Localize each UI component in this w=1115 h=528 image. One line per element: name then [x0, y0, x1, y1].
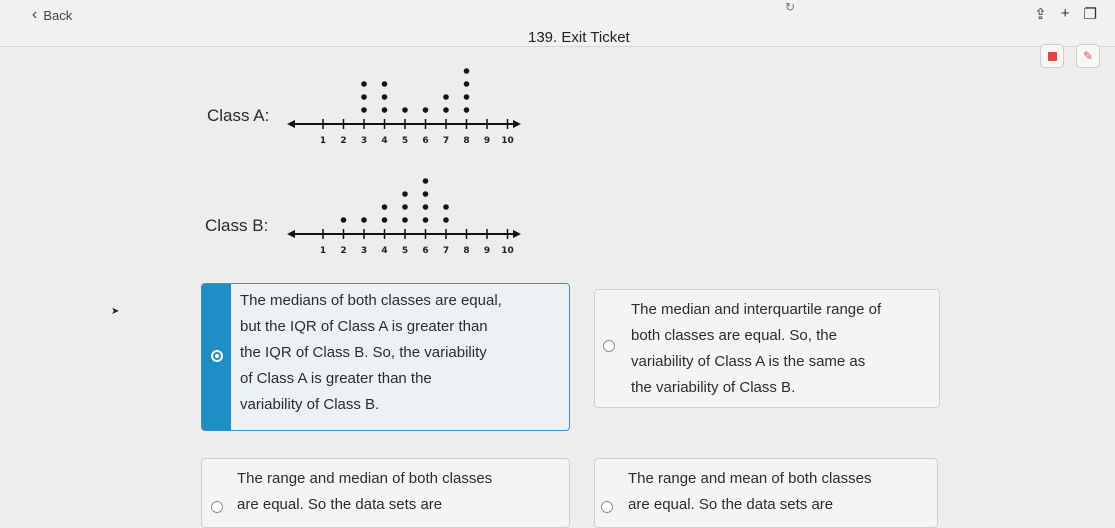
- axis-tick-label: 1: [320, 246, 326, 256]
- option-line: The medians of both classes are equal,: [240, 292, 502, 309]
- data-dot: [443, 94, 449, 100]
- data-dot: [422, 178, 429, 184]
- axis-tick-label: 4: [381, 246, 387, 256]
- axis-tick-label: 3: [361, 246, 367, 256]
- data-dot: [422, 107, 429, 113]
- axis-tick-label: 6: [422, 136, 428, 146]
- axis-tick-label: 9: [484, 246, 490, 256]
- answer-option-3[interactable]: The range and median of both classes are…: [201, 458, 570, 528]
- data-dot: [361, 81, 367, 87]
- back-label: Back: [43, 7, 73, 23]
- answer-option-2-text: The median and interquartile range of bo…: [631, 297, 881, 401]
- axis-left-arrow: [287, 230, 295, 238]
- radio-button-selected[interactable]: [211, 350, 223, 362]
- answer-option-1-text: The medians of both classes are equal, b…: [240, 288, 502, 418]
- data-dot: [463, 107, 470, 113]
- chevron-left-icon: ‹: [32, 6, 38, 23]
- data-dot: [381, 217, 388, 223]
- data-dot: [381, 81, 388, 87]
- data-dot: [443, 204, 449, 210]
- answer-option-4[interactable]: The range and mean of both classes are e…: [594, 458, 938, 528]
- share-icon[interactable]: ⇪: [1034, 5, 1047, 23]
- data-dot: [361, 94, 367, 100]
- option-line: the variability of Class B.: [631, 379, 796, 396]
- option-line: variability of Class B.: [240, 396, 380, 413]
- axis-tick-label: 1: [320, 136, 326, 146]
- option-line: are equal. So the data sets are: [237, 496, 443, 513]
- answer-option-3-text: The range and median of both classes are…: [237, 466, 492, 518]
- stop-button[interactable]: [1040, 44, 1064, 68]
- stop-icon: [1047, 51, 1057, 61]
- axis-tick-label: 6: [422, 246, 428, 256]
- plus-icon[interactable]: +: [1061, 5, 1070, 23]
- page-title: 139. Exit Ticket: [528, 29, 630, 46]
- radio-button[interactable]: [601, 501, 613, 513]
- axis-tick-label: 2: [340, 246, 346, 256]
- data-dot: [402, 107, 408, 113]
- axis-tick-label: 9: [484, 136, 490, 146]
- data-dot: [381, 94, 388, 100]
- data-dot: [361, 107, 367, 113]
- axis-tick-label: 3: [361, 136, 367, 146]
- data-dot: [402, 191, 408, 197]
- option-line: The range and median of both classes: [237, 470, 493, 487]
- axis-left-arrow: [287, 120, 295, 128]
- pen-icon: ✎: [1082, 49, 1094, 63]
- axis-tick-label: 5: [402, 136, 408, 146]
- axis-tick-label: 8: [463, 246, 469, 256]
- option-line: variability of Class A is the same as: [631, 353, 866, 370]
- tabs-icon[interactable]: ❐: [1084, 5, 1097, 23]
- option-line: both classes are equal. So, the: [631, 327, 837, 344]
- class-a-label: Class A:: [207, 106, 270, 125]
- axis-tick-label: 2: [340, 136, 346, 146]
- data-dot: [443, 107, 449, 113]
- data-dot: [463, 94, 470, 100]
- option-line: but the IQR of Class A is greater than: [240, 318, 488, 335]
- answer-option-1[interactable]: The medians of both classes are equal, b…: [201, 283, 570, 431]
- refresh-icon[interactable]: ↻: [785, 0, 795, 14]
- data-dot: [422, 217, 429, 223]
- option-line: are equal. So the data sets are: [628, 496, 834, 513]
- radio-button[interactable]: [603, 340, 615, 352]
- data-dot: [402, 217, 408, 223]
- data-dot: [422, 204, 429, 210]
- axis-tick-label: 10: [501, 136, 514, 146]
- data-dot: [463, 81, 470, 87]
- data-dot: [361, 217, 367, 223]
- option-line: The median and interquartile range of: [631, 301, 882, 318]
- top-bar: ‹ Back ↻ 139. Exit Ticket ⇪ + ❐: [0, 0, 1115, 46]
- class-a-dot-plot: 1 2 3 4 5 6 7 8 9 10: [287, 68, 521, 146]
- back-button[interactable]: ‹ Back: [32, 6, 72, 24]
- axis-right-arrow: [513, 230, 521, 238]
- radio-button[interactable]: [211, 501, 223, 513]
- axis-tick-label: 7: [443, 136, 449, 146]
- class-b-dot-plot: 1 2 3 4 5 6 7 8 9 10: [287, 178, 521, 256]
- pen-button[interactable]: ✎: [1076, 44, 1100, 68]
- data-dot: [340, 217, 347, 223]
- data-dot: [422, 191, 429, 197]
- class-b-label: Class B:: [205, 216, 269, 235]
- answer-option-4-text: The range and mean of both classes are e…: [628, 466, 872, 518]
- data-dot: [381, 107, 388, 113]
- data-dot: [463, 68, 470, 74]
- answer-option-2[interactable]: The median and interquartile range of bo…: [594, 289, 940, 408]
- data-dot: [402, 204, 408, 210]
- axis-right-arrow: [513, 120, 521, 128]
- option-line: The range and mean of both classes: [628, 470, 872, 487]
- axis-tick-label: 8: [463, 136, 469, 146]
- data-dot: [381, 204, 388, 210]
- header-divider: [0, 46, 1115, 47]
- mouse-cursor-icon: ➤: [111, 306, 120, 317]
- data-dot: [443, 217, 449, 223]
- axis-tick-label: 5: [402, 246, 408, 256]
- axis-tick-label: 4: [381, 136, 387, 146]
- axis-tick-label: 10: [501, 246, 514, 256]
- option-line: the IQR of Class B. So, the variability: [240, 344, 487, 361]
- axis-tick-label: 7: [443, 246, 449, 256]
- option-line: of Class A is greater than the: [240, 370, 432, 387]
